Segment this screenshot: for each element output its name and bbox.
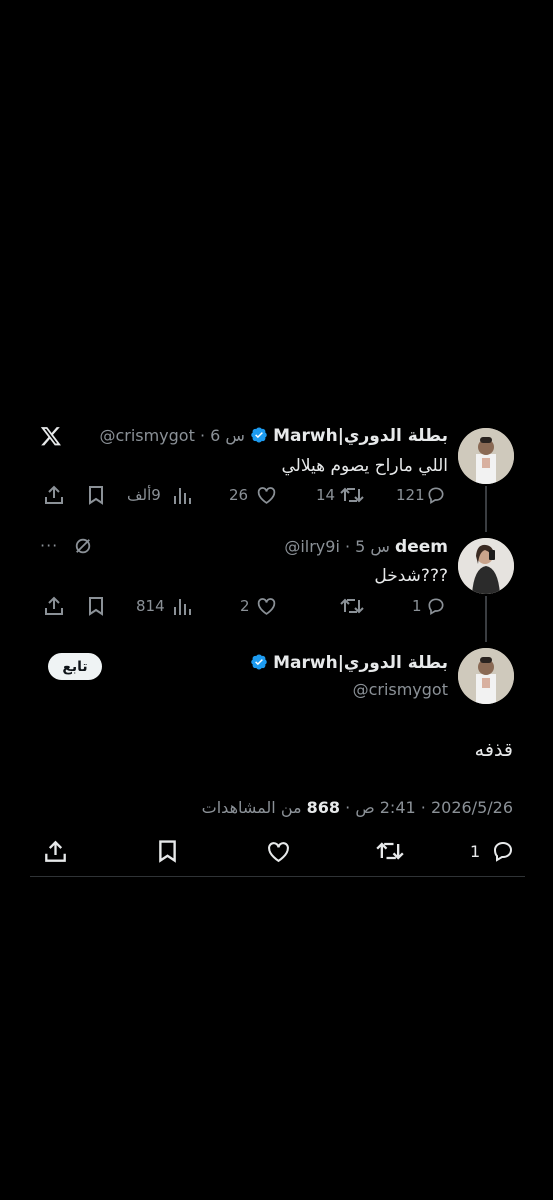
- main-views-label: من المشاهدات: [201, 798, 307, 817]
- reply-icon[interactable]: [490, 838, 516, 864]
- main-tweet-text: قذفه: [474, 739, 513, 761]
- like-icon[interactable]: [255, 595, 277, 617]
- reply1-views-count: 814: [136, 597, 165, 615]
- tweet1-like-count: 26: [229, 486, 249, 504]
- more-icon[interactable]: ···: [40, 536, 58, 555]
- x-logo-icon[interactable]: [40, 425, 62, 447]
- reply1-display-name[interactable]: deem: [395, 537, 448, 557]
- main-tweet-header: بطلة الدوري|Marwh: [250, 653, 448, 675]
- main-display-name[interactable]: بطلة الدوري|Marwh: [273, 653, 448, 673]
- verified-badge-icon: [250, 426, 268, 448]
- thread-line: [485, 596, 487, 642]
- views-icon[interactable]: [172, 595, 192, 617]
- follow-button[interactable]: تابع: [48, 653, 102, 680]
- retweet-icon[interactable]: [339, 484, 365, 506]
- reply1-handle-time[interactable]: @ilry9i · 5 س: [284, 537, 390, 556]
- main-views-number: 868: [306, 798, 341, 817]
- share-icon[interactable]: [44, 484, 64, 506]
- main-handle[interactable]: @crismygot: [353, 680, 448, 699]
- reply1-header: deem @ilry9i · 5 س: [284, 537, 448, 557]
- bookmark-icon[interactable]: [86, 595, 106, 617]
- thread-line: [485, 486, 487, 532]
- main-reply-count: 1: [470, 842, 481, 861]
- views-icon[interactable]: [172, 484, 192, 506]
- avatar-marwh-main[interactable]: [458, 648, 514, 704]
- avatar-deem[interactable]: [458, 538, 514, 594]
- share-icon[interactable]: [43, 838, 67, 864]
- reply1-text: ???شدخل: [374, 566, 448, 586]
- tweet1-retweet-count: 14: [316, 486, 336, 504]
- like-icon[interactable]: [255, 484, 277, 506]
- divider: [30, 876, 525, 877]
- bookmark-icon[interactable]: [86, 484, 106, 506]
- tweet1-header: بطلة الدوري|Marwh @crismygot · 6 س: [99, 426, 448, 448]
- reply1-reply-count: 1: [412, 597, 422, 615]
- tweet1-handle-time[interactable]: @crismygot · 6 س: [99, 426, 244, 445]
- share-icon[interactable]: [44, 595, 64, 617]
- retweet-icon[interactable]: [339, 595, 365, 617]
- reply-icon[interactable]: [425, 484, 447, 506]
- reply-icon[interactable]: [425, 595, 447, 617]
- tweet1-reply-count: 121: [396, 486, 425, 504]
- main-tweet-meta: 2026/5/26 · 2:41 ص · 868 من المشاهدات: [202, 798, 513, 817]
- grok-icon[interactable]: [73, 536, 93, 556]
- verified-badge-icon: [250, 653, 268, 675]
- avatar-marwh[interactable]: [458, 428, 514, 484]
- reply1-like-count: 2: [240, 597, 250, 615]
- like-icon[interactable]: [265, 838, 291, 864]
- bookmark-icon[interactable]: [155, 838, 179, 864]
- tweet1-display-name[interactable]: بطلة الدوري|Marwh: [273, 426, 448, 446]
- main-date-time[interactable]: 2026/5/26 · 2:41 ص ·: [340, 798, 513, 817]
- tweet1-text: اللي ماراح يصوم هيلالي: [281, 456, 448, 476]
- retweet-icon[interactable]: [375, 838, 405, 864]
- tweet1-views-count: 9ألف: [127, 486, 161, 504]
